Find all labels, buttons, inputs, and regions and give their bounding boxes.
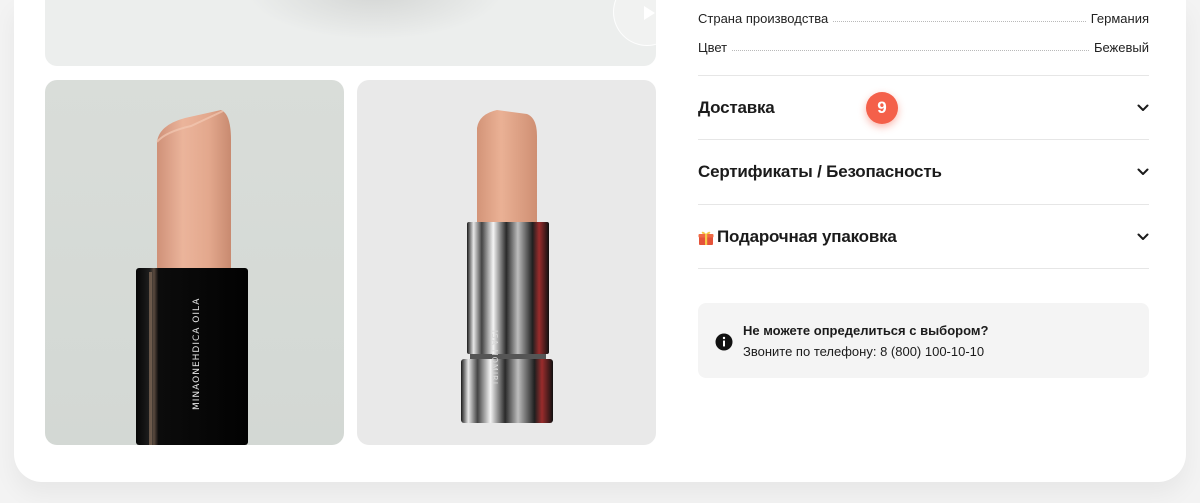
accordion-certificates[interactable]: Сертификаты / Безопасность (698, 152, 1149, 192)
play-button[interactable] (613, 0, 656, 46)
accordion-gift-wrap[interactable]: Подарочная упаковка (698, 217, 1149, 257)
divider (698, 139, 1149, 140)
help-callout: Не можете определиться с выбором? Звонит… (698, 303, 1149, 378)
info-icon (715, 333, 733, 351)
accordion-title: Подарочная упаковка (717, 227, 897, 246)
help-question: Не можете определиться с выбором? (743, 323, 989, 338)
chevron-down-icon (1137, 168, 1149, 175)
spec-label: Страна производства (698, 11, 829, 26)
accordion-title: Доставка (698, 98, 775, 117)
product-photo-closeup[interactable]: MINAONEHDICA OILA (45, 80, 344, 445)
video-shadow (245, 0, 505, 40)
divider (698, 268, 1149, 269)
gift-icon (698, 231, 714, 245)
product-photo-full[interactable]: ISA HOMIRI (357, 80, 656, 445)
dotted-leader (833, 21, 1086, 22)
spec-value: Германия (1090, 11, 1149, 26)
accordion-title-wrap: Подарочная упаковка (698, 227, 897, 247)
help-phone[interactable]: Звоните по телефону: 8 (800) 100-10-10 (743, 344, 984, 359)
brand-text-vertical: MINAONEHDICA OILA (192, 297, 202, 410)
brand-text-vertical: ISA HOMIRI (490, 330, 499, 386)
divider (698, 204, 1149, 205)
dotted-leader (732, 50, 1089, 51)
chevron-down-icon (1137, 104, 1149, 111)
accordion-delivery[interactable]: Доставка (698, 88, 1149, 128)
annotation-badge: 9 (866, 92, 898, 124)
spec-label: Цвет (698, 40, 728, 55)
video-thumbnail[interactable] (45, 0, 656, 66)
spec-value: Бежевый (1093, 40, 1149, 55)
divider (698, 75, 1149, 76)
chevron-down-icon (1137, 233, 1149, 240)
lipstick-full-illustration (461, 110, 553, 423)
spec-row-color: Цвет Бежевый (698, 37, 1149, 55)
play-icon (644, 6, 655, 20)
accordion-title: Сертификаты / Безопасность (698, 162, 942, 181)
spec-row-country: Страна производства Германия (698, 8, 1149, 26)
